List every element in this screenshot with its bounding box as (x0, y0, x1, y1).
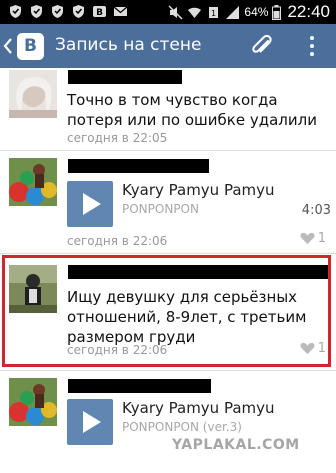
post-text: Точно в том чувство когда потеря или по … (67, 91, 317, 129)
author-name-redacted[interactable] (68, 265, 330, 279)
signal-icon (226, 5, 240, 19)
like-button[interactable]: 1 (300, 231, 326, 246)
audio-attachment[interactable]: Kyary Pamyu Pamyu PONPONPON 4:03 (67, 181, 331, 227)
play-icon[interactable] (67, 181, 113, 227)
audio-artist: Kyary Pamyu Pamyu (122, 181, 275, 199)
sim-icon: 1 (209, 6, 219, 18)
author-name-redacted[interactable] (68, 159, 209, 173)
shield-notification-icon (52, 5, 63, 18)
author-name-redacted[interactable] (68, 379, 211, 393)
avatar[interactable] (9, 378, 57, 426)
like-button[interactable]: 1 (300, 341, 326, 356)
avatar[interactable] (9, 158, 57, 206)
list-item[interactable]: Ищу девушку для серьёзных отношений, 8-9… (0, 255, 336, 367)
shield-notification-icon (31, 5, 42, 18)
header: В Запись на стене (0, 24, 336, 68)
shield-notification-icon (73, 5, 84, 18)
avatar[interactable] (9, 70, 57, 118)
avatar[interactable] (9, 265, 57, 313)
author-name-redacted[interactable] (68, 70, 182, 84)
list-item[interactable]: Kyary Pamyu Pamyu PONPONPON 4:03 сегодня… (0, 151, 336, 251)
battery-icon (272, 4, 282, 20)
wall-post-list: Точно в том чувство когда потеря или по … (0, 68, 336, 473)
divider (0, 253, 336, 254)
audio-title: PONPONPON (ver.3) (122, 420, 242, 434)
audio-title: PONPONPON (122, 202, 199, 216)
overflow-menu-icon[interactable] (302, 34, 322, 58)
heart-icon (300, 342, 315, 355)
page-title: Запись на стене (55, 35, 202, 55)
heart-icon (300, 232, 315, 245)
wifi-icon (188, 7, 202, 18)
play-icon[interactable] (67, 399, 113, 445)
audio-artist: Kyary Pamyu Pamyu (122, 399, 275, 417)
notification-icons: B (8, 4, 128, 19)
shield-notification-icon (10, 5, 21, 18)
paperclip-icon[interactable] (248, 32, 276, 60)
battery-percent: 64% (244, 5, 269, 19)
vk-notification-icon: B (93, 6, 106, 18)
post-text: Ищу девушку для серьёзных отношений, 8-9… (67, 288, 307, 346)
post-time: сегодня в 22:06 (67, 343, 168, 357)
mute-icon (168, 4, 183, 20)
watermark: YAPLAKAL.COM (172, 437, 300, 453)
list-item[interactable]: Kyary Pamyu Pamyu PONPONPON (ver.3) (0, 371, 336, 473)
system-status: 1 64% 22:40 (168, 2, 330, 22)
audio-duration: 4:03 (301, 203, 331, 218)
post-time: сегодня в 22:05 (67, 131, 168, 145)
mail-icon (113, 6, 128, 16)
svg-text:1: 1 (211, 9, 216, 18)
post-time: сегодня в 22:06 (67, 234, 168, 248)
svg-text:B: B (96, 8, 103, 18)
like-count: 1 (317, 231, 326, 246)
vk-logo-icon[interactable]: В (17, 33, 44, 60)
like-count: 1 (317, 341, 326, 356)
back-arrow-icon[interactable] (3, 37, 13, 55)
list-item[interactable]: Точно в том чувство когда потеря или по … (0, 68, 336, 148)
status-bar: B 1 64% 22:40 (0, 0, 336, 24)
clock: 22:40 (287, 2, 330, 21)
